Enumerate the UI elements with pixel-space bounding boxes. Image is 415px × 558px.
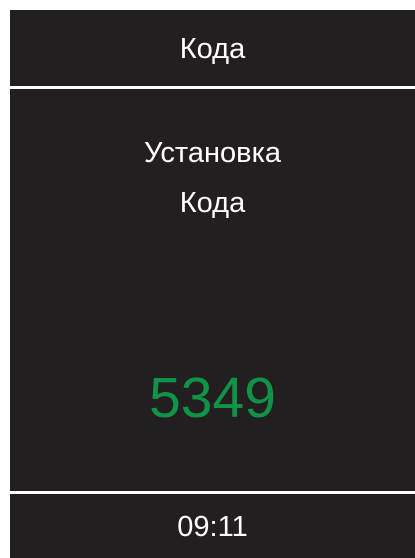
setup-message: Установка Кода <box>10 128 415 228</box>
code-value: 5349 <box>149 366 276 430</box>
device-screen: Кода Установка Кода 5349 09:11 <box>10 10 415 558</box>
screen-title: Кода <box>179 32 246 65</box>
message-line-1: Установка <box>143 137 282 169</box>
screen-footer: 09:11 <box>10 494 415 558</box>
screen-header: Кода <box>10 10 415 86</box>
clock-time: 09:11 <box>177 510 248 543</box>
message-line-2: Кода <box>179 187 246 219</box>
header-divider <box>10 86 415 89</box>
